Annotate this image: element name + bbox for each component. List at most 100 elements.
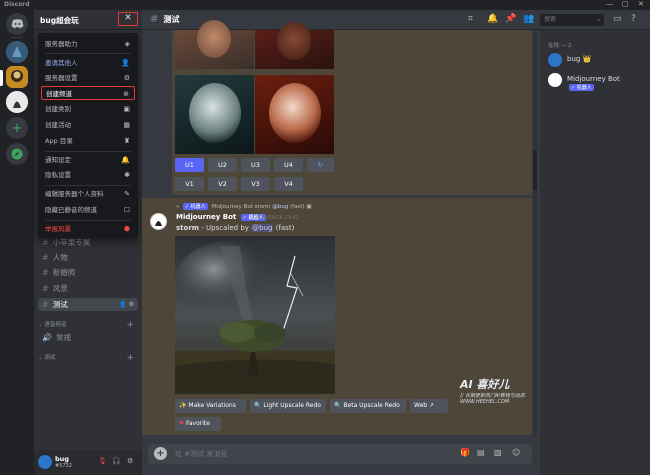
upscale-button-4[interactable]: U4 (274, 158, 303, 172)
voice-channel-item[interactable]: 🔊 常规 (38, 331, 138, 344)
channel-item-1[interactable]: # 人物 (38, 251, 138, 264)
grid-image-3[interactable] (175, 75, 254, 154)
user-mention[interactable]: @bug (251, 224, 274, 232)
avatar[interactable] (150, 213, 167, 230)
sparkle-icon: ✨ (179, 402, 187, 409)
add-channel-icon[interactable]: + (126, 353, 134, 363)
upscaled-image[interactable] (175, 236, 335, 394)
upscale-button-3[interactable]: U3 (241, 158, 270, 172)
user-tag: #5732 (55, 463, 72, 469)
upscale-button-1[interactable]: U1 (175, 158, 204, 172)
chat-scroll-thumb[interactable] (533, 150, 537, 190)
window-close-button[interactable]: ✕ (638, 0, 644, 8)
channel-item-2[interactable]: # 新婚照 (38, 266, 138, 279)
report-icon: ⬢ (123, 225, 130, 233)
menu-item-notifications[interactable]: 通知设定 🔔 (41, 153, 135, 167)
grid-image-1[interactable] (175, 20, 254, 69)
add-server-button[interactable]: + (6, 117, 28, 139)
menu-item-app-directory[interactable]: App 目录 ♜ (41, 134, 135, 148)
pin-icon[interactable]: 📌 (505, 14, 516, 24)
gift-icon[interactable]: 🎁 (460, 448, 470, 457)
hash-icon: # (42, 300, 49, 309)
make-variations-button[interactable]: ✨ Make Variations (175, 399, 246, 413)
headphones-icon[interactable]: 🎧 (112, 457, 121, 465)
member-item-midjourney[interactable]: Midjourney Bot ✓ 机器人 (547, 72, 647, 91)
message-input[interactable]: 给 #测试 发消息 (175, 449, 227, 459)
menu-item-hide-muted[interactable]: 隐藏已静音的频道 ☐ (41, 203, 135, 217)
variation-button-2[interactable]: V2 (208, 177, 237, 191)
grid-image-2[interactable] (255, 22, 334, 69)
robot-icon: ♜ (123, 137, 130, 145)
category-voice[interactable]: ⌄ 语音频道 + (38, 320, 138, 330)
channel-item-3[interactable]: # 风景 (38, 282, 138, 295)
shield-icon: ✱ (124, 171, 130, 179)
variation-button-3[interactable]: V3 (241, 177, 270, 191)
server-icon-1[interactable] (6, 41, 28, 63)
emoji-icon[interactable]: ☺ (512, 448, 520, 457)
menu-item-create-event[interactable]: 创建活动 ▦ (41, 118, 135, 132)
threads-icon[interactable]: ⌗ (468, 14, 473, 24)
menu-divider (45, 151, 131, 152)
gear-icon[interactable]: ⚙ (129, 301, 134, 308)
close-menu-button[interactable]: ✕ (118, 12, 138, 26)
guild-header[interactable]: bug超会玩 ✕ (34, 10, 142, 30)
beta-upscale-redo-button[interactable]: 🔍 Beta Upscale Redo (330, 399, 406, 413)
message-composer[interactable]: + 给 #测试 发消息 🎁 ▤ ▧ ☺ (148, 444, 532, 464)
mute-mic-icon[interactable]: 🎙 (98, 457, 107, 465)
menu-divider (45, 53, 131, 54)
server-icon-2[interactable] (6, 66, 28, 88)
server-separator (11, 37, 23, 38)
menu-item-create-category[interactable]: 创建类别 ▣ (41, 102, 135, 116)
plus-circle-icon: ⊕ (123, 90, 129, 98)
home-button[interactable] (6, 13, 28, 35)
bell-icon: 🔔 (121, 156, 130, 164)
gear-icon: ⚙ (123, 74, 130, 82)
menu-item-edit-profile[interactable]: 编辑服务器个人资料 ✎ (41, 187, 135, 201)
image-icon: ▣ (306, 204, 312, 210)
members-icon[interactable]: 👥 (523, 14, 534, 24)
variation-button-1[interactable]: V1 (175, 177, 204, 191)
chat-scrollbar[interactable] (533, 32, 537, 437)
channel-item-4[interactable]: # 测试 👤 ⚙ (38, 298, 138, 311)
reply-reference[interactable]: ⤷ ✓ 机器人 Midjourney Bot storm @bug (fast)… (176, 203, 312, 211)
guild-dropdown-menu: 服务器助力 ◈ 邀请其他人 👤 服务器设置 ⚙ 创建频道 ⊕ 创建类别 ▣ 创建活动 ▦ A… (38, 33, 138, 238)
member-item-bug[interactable]: bug 👑 (547, 52, 647, 68)
sticker-icon[interactable]: ▧ (494, 448, 502, 457)
explore-servers-button[interactable] (6, 143, 28, 165)
favorite-button[interactable]: ❤ Favorite (175, 417, 221, 431)
app-title: Discord (4, 1, 30, 8)
menu-item-report[interactable]: 举报风暴 ⬢ (41, 222, 135, 236)
upscale-button-2[interactable]: U2 (208, 158, 237, 172)
guild-name: bug超会玩 (40, 16, 79, 25)
grid-image-4[interactable] (255, 75, 334, 154)
search-icon: ⌕ (597, 16, 601, 24)
gif-icon[interactable]: ▤ (477, 448, 485, 457)
search-input[interactable]: 搜索 ⌕ (540, 14, 604, 26)
variation-button-4[interactable]: V4 (274, 177, 303, 191)
help-icon[interactable]: ? (631, 14, 636, 24)
avatar[interactable] (38, 455, 52, 469)
gear-icon[interactable]: ⚙ (127, 457, 133, 465)
channel-tools[interactable]: 👤 ⚙ (119, 298, 134, 311)
web-link-button[interactable]: Web ↗ (410, 399, 448, 413)
watermark-url: WWW.HEEHEL.COM (460, 399, 510, 405)
server-rail: + (0, 10, 34, 475)
inbox-icon[interactable]: ▭ (613, 14, 622, 24)
add-channel-icon[interactable]: + (126, 320, 134, 330)
attach-button[interactable]: + (154, 447, 167, 460)
reroll-button[interactable]: ↻ (307, 158, 334, 172)
menu-item-privacy[interactable]: 隐私设置 ✱ (41, 168, 135, 182)
invite-icon[interactable]: 👤 (119, 301, 126, 308)
server-icon-3[interactable] (6, 91, 28, 113)
menu-item-create-channel[interactable]: 创建频道 ⊕ (41, 86, 135, 100)
light-upscale-redo-button[interactable]: 🔍 Light Upscale Redo (250, 399, 326, 413)
bell-icon[interactable]: 🔔 (487, 14, 498, 24)
maximize-button[interactable]: □ (622, 0, 629, 8)
menu-item-server-boost[interactable]: 服务器助力 ◈ (41, 37, 135, 51)
category-test[interactable]: ⌄ 测试 + (38, 353, 138, 363)
menu-item-invite[interactable]: 邀请其他人 👤 (41, 56, 135, 70)
bot-badge: ✓ 机器人 (182, 203, 208, 210)
minimize-button[interactable]: — (606, 0, 613, 8)
server-art-icon (6, 66, 28, 88)
menu-item-server-settings[interactable]: 服务器设置 ⚙ (41, 71, 135, 85)
